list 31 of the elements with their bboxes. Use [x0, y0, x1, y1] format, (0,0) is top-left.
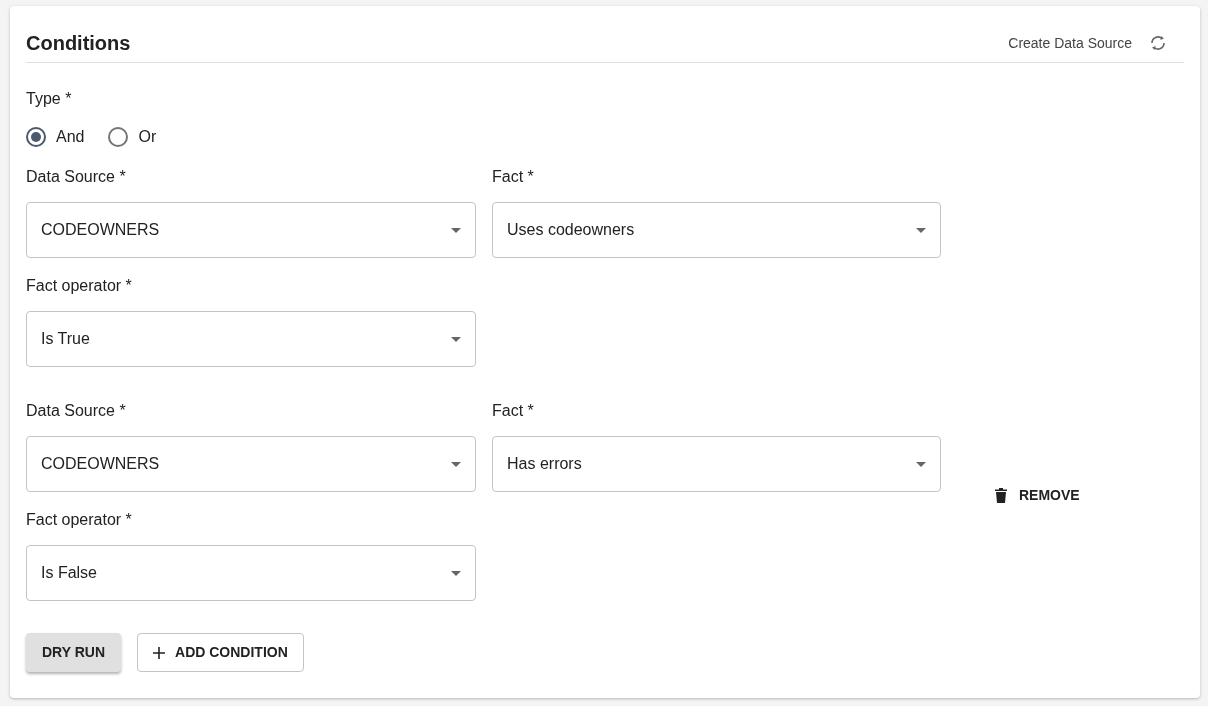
field-label: Fact operator *	[26, 510, 133, 530]
refresh-icon[interactable]	[1148, 34, 1168, 52]
add-condition-button[interactable]: ADD CONDITION	[137, 633, 304, 672]
radio-icon[interactable]	[108, 127, 129, 147]
dropdown-field[interactable]: Is False	[26, 545, 476, 601]
panel-title: Conditions	[26, 31, 131, 56]
dropdown-caret-icon	[451, 227, 461, 233]
dropdown-field[interactable]: Is True	[26, 311, 476, 367]
create-data-source-link[interactable]: Create Data Source	[1008, 32, 1132, 54]
dropdown-caret-icon	[451, 461, 461, 467]
dry-run-button[interactable]: DRY RUN	[26, 633, 121, 672]
dropdown-field[interactable]: CODEOWNERS	[26, 436, 476, 492]
dropdown-caret-icon	[451, 336, 461, 342]
field-label: Fact *	[492, 167, 535, 187]
field-label: Data Source *	[26, 401, 127, 421]
dropdown-caret-icon	[916, 227, 926, 233]
field-label: Fact *	[492, 401, 535, 421]
field-label: Data Source *	[26, 167, 127, 187]
plus-icon	[153, 646, 165, 659]
field-label: Type *	[26, 89, 73, 109]
trash-icon	[995, 487, 1007, 503]
dropdown-field[interactable]: Uses codeowners	[492, 202, 941, 258]
dropdown-caret-icon	[451, 570, 461, 576]
dropdown-field[interactable]: CODEOWNERS	[26, 202, 476, 258]
field-label: Fact operator *	[26, 276, 133, 296]
radio-icon[interactable]	[26, 127, 46, 147]
radio-label[interactable]: Or	[138, 125, 157, 149]
radio-label[interactable]: And	[56, 125, 85, 149]
dropdown-field[interactable]: Has errors	[492, 436, 941, 492]
dropdown-caret-icon	[916, 461, 926, 467]
remove-button[interactable]: REMOVE	[987, 478, 1088, 512]
